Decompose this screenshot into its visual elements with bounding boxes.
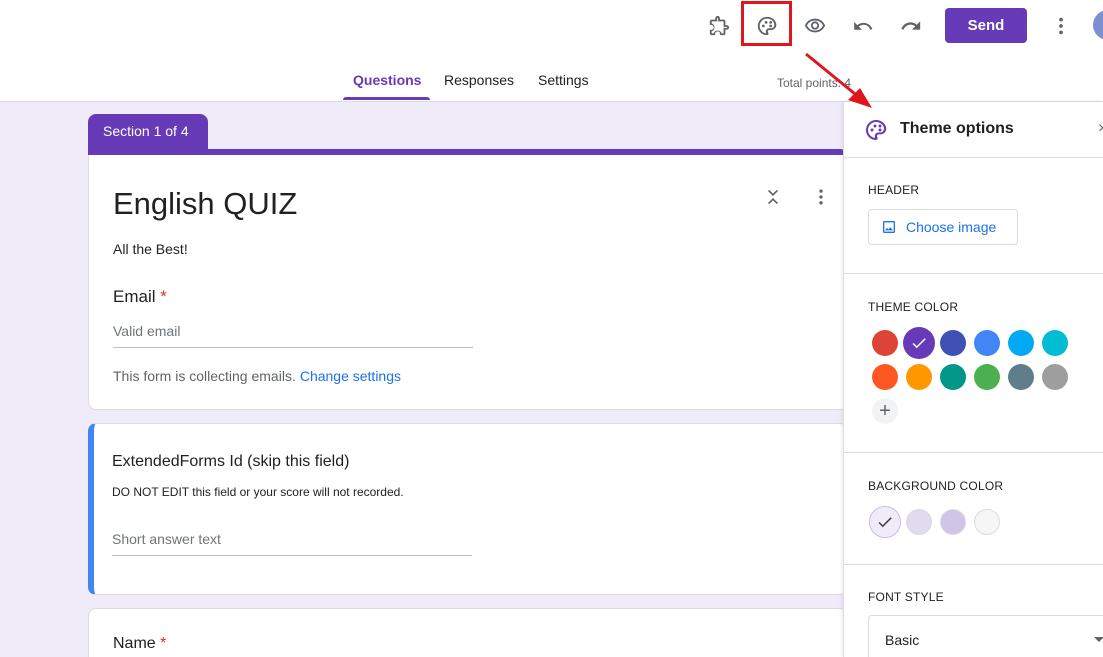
avatar[interactable] [1093,10,1103,40]
question-text: Email [113,287,156,306]
theme-options-panel: Theme options × HEADER Choose image THEM… [843,102,1103,657]
background-color-label: BACKGROUND COLOR [868,479,1004,493]
top-bar: Send Questions Responses Settings Total … [0,0,1103,102]
background-color-swatch[interactable] [869,506,901,538]
email-question-title: Email * [113,287,167,307]
eye-icon[interactable] [798,9,832,43]
add-color-button[interactable]: + [872,398,898,424]
short-answer-field[interactable]: Short answer text [112,531,472,556]
question-card[interactable]: Name * [88,608,848,657]
dropdown-caret-icon [1094,637,1103,642]
choose-image-button[interactable]: Choose image [868,209,1018,245]
theme-color-swatch[interactable] [872,330,898,356]
background-color-swatch[interactable] [974,509,1000,535]
send-button[interactable]: Send [945,8,1027,43]
question-title: ExtendedForms Id (skip this field) [112,453,350,470]
red-arrow-annotation [805,52,872,108]
section-tab: Section 1 of 4 [88,114,208,154]
puzzle-icon[interactable] [702,9,736,43]
close-icon[interactable]: × [1098,120,1103,138]
name-question-title: Name * [113,635,166,653]
collection-note-text: This form is collecting emails. [113,368,296,384]
theme-color-label: THEME COLOR [868,300,959,314]
collapse-icon[interactable] [761,185,785,209]
email-field[interactable]: Valid email [113,323,473,348]
theme-color-swatch[interactable] [872,364,898,390]
theme-color-swatch[interactable] [1008,330,1034,356]
theme-color-swatch[interactable] [1008,364,1034,390]
form-title[interactable]: English QUIZ [113,186,297,222]
image-icon [883,221,895,233]
change-settings-link[interactable]: Change settings [300,368,401,384]
form-description[interactable]: All the Best! [113,241,188,257]
palette-highlight-box [741,1,792,46]
required-asterisk: * [160,287,167,306]
font-style-label: FONT STYLE [868,590,944,604]
tab-settings[interactable]: Settings [538,72,589,88]
palette-icon [864,118,888,142]
question-card[interactable]: ExtendedForms Id (skip this field) DO NO… [88,423,848,595]
theme-color-swatch[interactable] [903,327,935,359]
question-description: DO NOT EDIT this field or your score wil… [112,485,404,499]
more-vert-icon[interactable] [809,185,833,209]
theme-color-swatch[interactable] [1042,364,1068,390]
background-color-swatch[interactable] [940,509,966,535]
theme-color-swatch[interactable] [906,364,932,390]
required-asterisk: * [160,635,167,652]
font-style-select[interactable]: Basic [868,615,1103,657]
theme-color-swatch[interactable] [974,330,1000,356]
tab-questions[interactable]: Questions [353,72,421,88]
email-collection-note: This form is collecting emails. Change se… [113,368,401,384]
question-text: Name [113,635,156,652]
choose-image-label: Choose image [906,219,997,235]
theme-color-swatch[interactable] [940,364,966,390]
more-vert-icon[interactable] [1044,9,1078,43]
panel-header: Theme options × [844,102,1103,158]
background-color-swatch[interactable] [906,509,932,535]
redo-icon[interactable] [894,9,928,43]
panel-title: Theme options [900,120,1014,137]
theme-color-swatch[interactable] [1042,330,1068,356]
theme-color-swatch[interactable] [974,364,1000,390]
tab-responses[interactable]: Responses [444,72,514,88]
undo-icon[interactable] [846,9,880,43]
active-tab-indicator [343,97,430,100]
form-header-card[interactable]: English QUIZ All the Best! Email * Valid… [88,155,848,410]
header-label: HEADER [868,183,920,197]
theme-color-swatch[interactable] [940,330,966,356]
